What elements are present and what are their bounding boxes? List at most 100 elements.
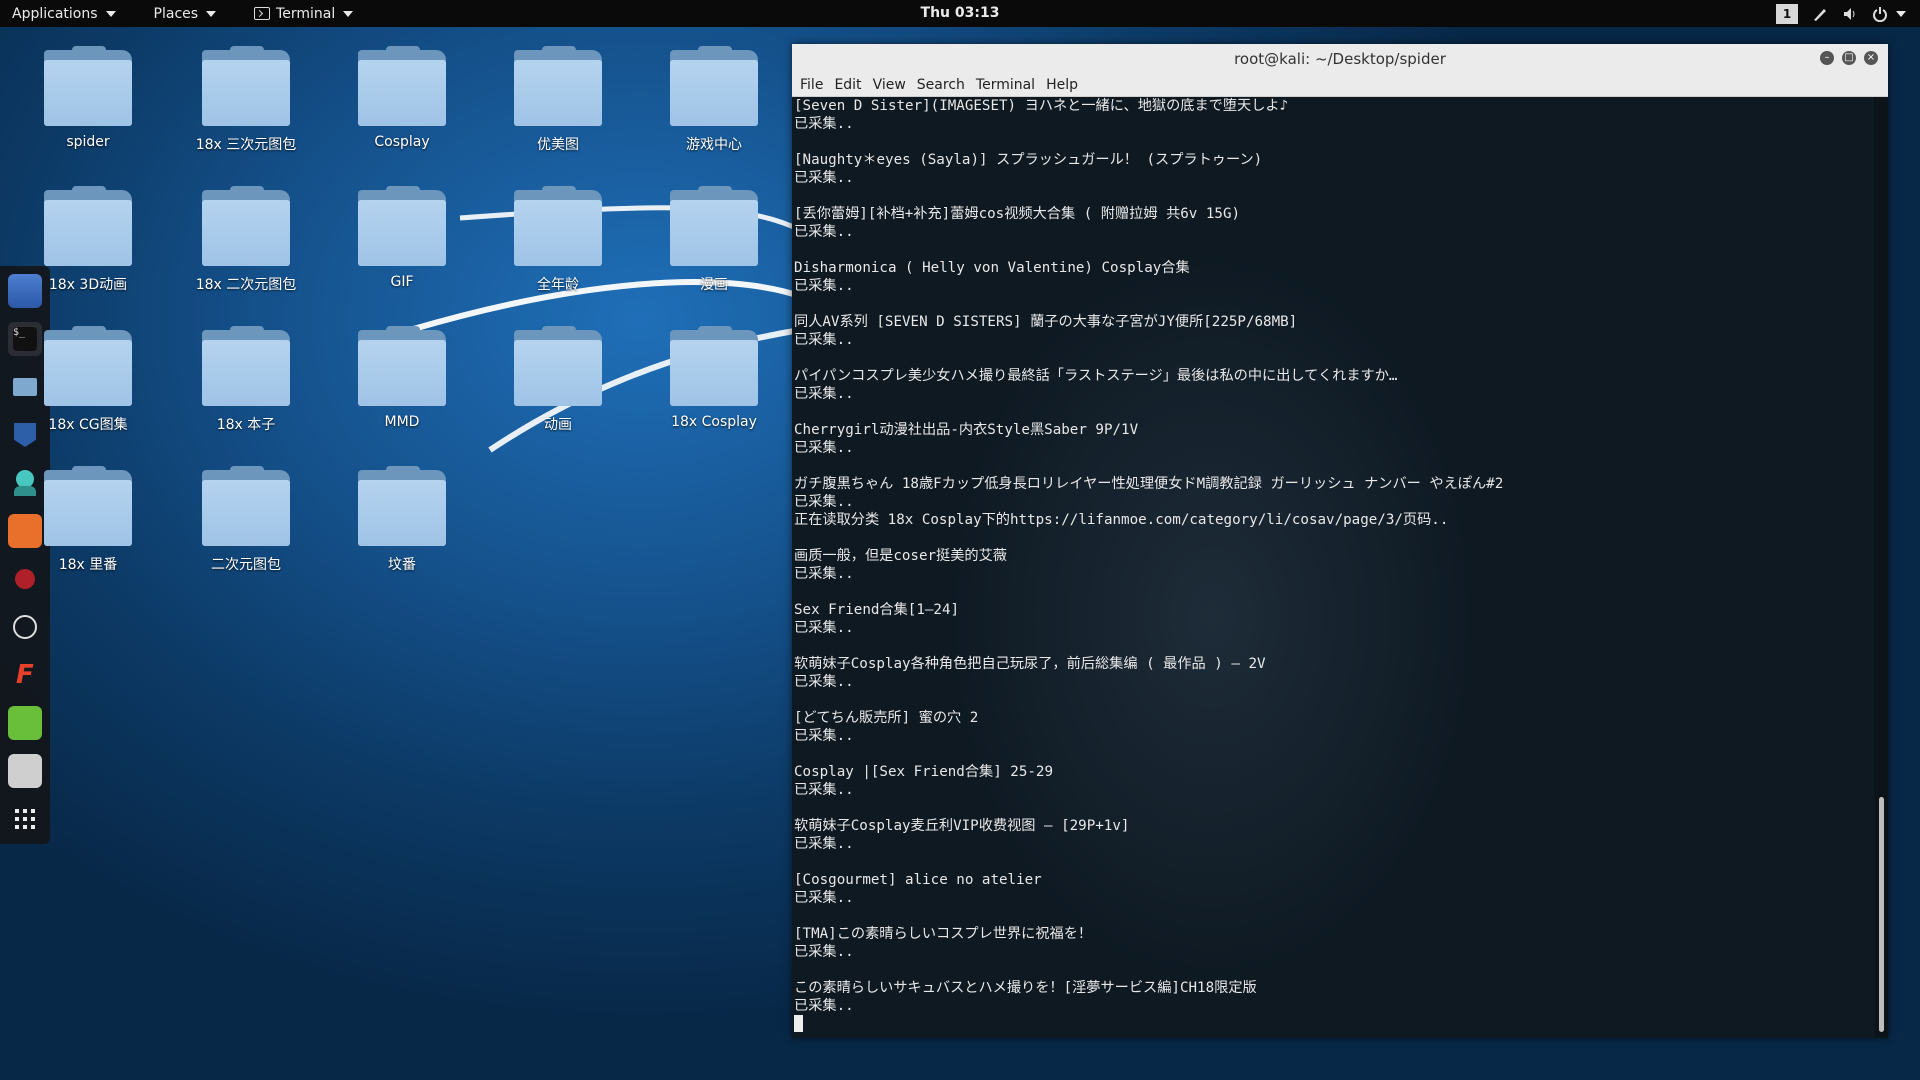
- desktop-folder[interactable]: 游戏中心: [644, 46, 784, 154]
- desktop-folder[interactable]: 18x 3D动画: [18, 186, 158, 294]
- terminal-line: 软萌妹子Cosplay麦丘利VIP收费视图 — [29P+1v]: [794, 818, 1130, 834]
- volume-icon[interactable]: [1842, 6, 1858, 22]
- close-icon[interactable]: ×: [1864, 51, 1878, 65]
- folder-icon: [44, 466, 132, 546]
- terminal-line: Disharmonica ( Helly von Valentine) Cosp…: [794, 260, 1190, 276]
- terminal-title: root@kali: ~/Desktop/spider: [1234, 50, 1446, 68]
- desktop-folder[interactable]: 全年龄: [488, 186, 628, 294]
- terminal-line: [どてちん販売所] 蜜の穴 2: [794, 710, 979, 726]
- folder-icon: [202, 186, 290, 266]
- desktop-folder[interactable]: 漫画: [644, 186, 784, 294]
- folder-label: 全年龄: [537, 277, 579, 293]
- terminal-line: 已采集..: [794, 998, 854, 1014]
- folder-label: 游戏中心: [686, 137, 742, 153]
- terminal-line: Cosplay |[Sex Friend合集] 25-29: [794, 764, 1053, 780]
- terminal-line: 已采集..: [794, 620, 854, 636]
- terminal-scrollbar[interactable]: [1874, 97, 1888, 1038]
- maximize-icon[interactable]: □: [1842, 51, 1856, 65]
- desktop-folder[interactable]: 优美图: [488, 46, 628, 154]
- terminal-line: 已采集..: [794, 116, 854, 132]
- minimize-icon[interactable]: –: [1820, 51, 1834, 65]
- folder-icon: [44, 46, 132, 126]
- terminal-app-menu[interactable]: Terminal: [254, 6, 354, 22]
- menu-terminal[interactable]: Terminal: [976, 77, 1035, 93]
- tool-icon[interactable]: [8, 610, 42, 644]
- applications-menu[interactable]: Applications: [12, 6, 116, 22]
- menu-help[interactable]: Help: [1046, 77, 1078, 93]
- desktop-folder[interactable]: 18x CG图集: [18, 326, 158, 434]
- folder-icon: [514, 46, 602, 126]
- desktop-folder[interactable]: 18x 二次元图包: [176, 186, 316, 294]
- chevron-down-icon: [105, 10, 116, 17]
- folder-icon: [358, 46, 446, 126]
- folder-icon: [358, 186, 446, 266]
- faraday-icon[interactable]: F: [8, 658, 42, 692]
- desktop-folder[interactable]: 动画: [488, 326, 628, 434]
- folder-icon: [358, 466, 446, 546]
- terminal-window[interactable]: root@kali: ~/Desktop/spider – □ × File E…: [792, 44, 1888, 1038]
- menu-search[interactable]: Search: [917, 77, 965, 93]
- terminal-line: 已采集..: [794, 728, 854, 744]
- folder-label: 动画: [544, 417, 572, 433]
- places-menu[interactable]: Places: [154, 6, 217, 22]
- terminal-line: ガチ腹黒ちゃん 18歳Fカップ低身長ロリレイヤー性処理便女ドM調教記録 ガーリッ…: [794, 476, 1504, 492]
- desktop-folder[interactable]: 18x 本子: [176, 326, 316, 434]
- terminal-cursor: [794, 1015, 803, 1032]
- terminal-line: 正在读取分类 18x Cosplay下的https://lifanmoe.com…: [794, 512, 1449, 528]
- chevron-down-icon: [206, 10, 217, 17]
- chevron-down-icon[interactable]: [1896, 10, 1906, 17]
- folder-icon: [514, 186, 602, 266]
- terminal-titlebar[interactable]: root@kali: ~/Desktop/spider – □ ×: [792, 44, 1888, 74]
- desktop-folder[interactable]: 二次元图包: [176, 466, 316, 574]
- apps-grid-icon[interactable]: [8, 802, 42, 836]
- desktop-folder[interactable]: GIF: [332, 186, 472, 290]
- desktop-folder[interactable]: 18x 里番: [18, 466, 158, 574]
- terminal-line: 已采集..: [794, 674, 854, 690]
- terminal-line: 已采集..: [794, 170, 854, 186]
- folder-label: 漫画: [700, 277, 728, 293]
- terminal-line: 已采集..: [794, 224, 854, 240]
- menu-file[interactable]: File: [800, 77, 823, 93]
- desktop-folder[interactable]: MMD: [332, 326, 472, 430]
- terminal-line: 已采集..: [794, 944, 854, 960]
- folder-label: 优美图: [537, 137, 579, 153]
- folder-icon: [670, 46, 758, 126]
- terminal-line: [Naughty＊eyes (Sayla)] スプラッシュガール！ (スプラトゥ…: [794, 152, 1263, 168]
- terminal-line: [Cosgourmet] alice no atelier: [794, 872, 1042, 888]
- terminal-line: 画质一般，但是coser挺美的艾薇: [794, 548, 1007, 564]
- desktop-icon[interactable]: [8, 754, 42, 788]
- pen-tool-icon[interactable]: [1812, 6, 1828, 22]
- folder-label: Cosplay: [374, 134, 430, 150]
- folder-icon: [44, 186, 132, 266]
- terminal-line: この素晴らしいサキュバスとハメ撮りを！[淫夢サービス編]CH18限定版: [794, 980, 1257, 996]
- desktop-folder[interactable]: spider: [18, 46, 158, 150]
- folder-icon: [202, 326, 290, 406]
- terminal-output[interactable]: [Seven D Sister](IMAGESET) ヨハネと一緒に、地獄の底ま…: [792, 97, 1876, 1038]
- desktop-folder[interactable]: 坟番: [332, 466, 472, 574]
- folder-label: MMD: [384, 414, 420, 430]
- folder-label: 18x 本子: [216, 417, 276, 433]
- folder-icon: [358, 326, 446, 406]
- scrollbar-thumb[interactable]: [1879, 797, 1884, 1032]
- terminal-menubar: File Edit View Search Terminal Help: [792, 74, 1888, 97]
- power-icon[interactable]: [1872, 6, 1888, 22]
- workspace-indicator[interactable]: 1: [1776, 3, 1798, 24]
- folder-label: 18x 二次元图包: [195, 277, 297, 293]
- desktop-folder[interactable]: 18x Cosplay: [644, 326, 784, 430]
- terminal-line: 已采集..: [794, 440, 854, 456]
- desktop-folder[interactable]: 18x 三次元图包: [176, 46, 316, 154]
- menu-view[interactable]: View: [873, 77, 906, 93]
- folder-label: 二次元图包: [211, 557, 281, 573]
- folder-icon: [670, 326, 758, 406]
- desktop-folder[interactable]: Cosplay: [332, 46, 472, 150]
- notes-icon[interactable]: [8, 706, 42, 740]
- menu-edit[interactable]: Edit: [834, 77, 861, 93]
